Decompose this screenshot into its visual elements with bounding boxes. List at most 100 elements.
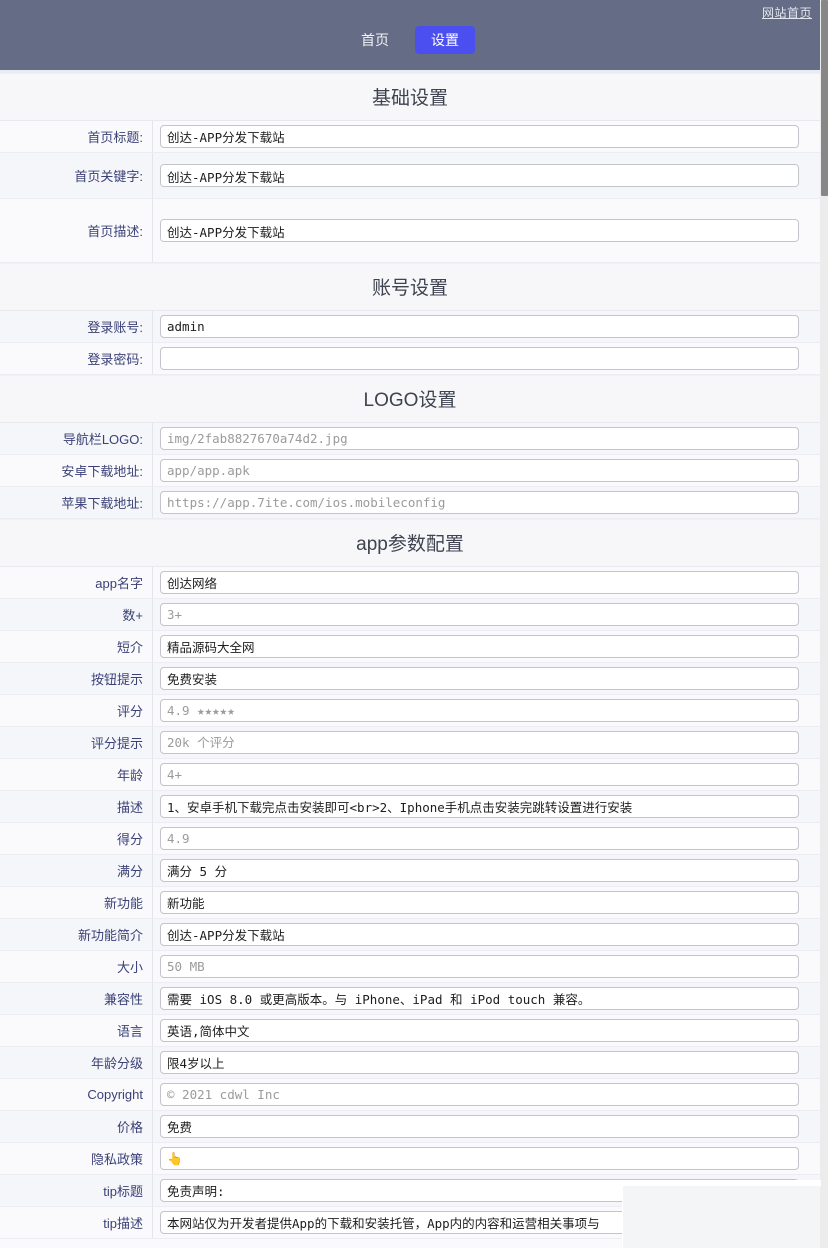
form-row: 评分: [0, 695, 820, 727]
form-row: 安卓下载地址:: [0, 455, 820, 487]
form-row: 得分: [0, 823, 820, 855]
input-数+[interactable]: [160, 603, 799, 626]
input-评分[interactable]: [160, 699, 799, 722]
field-label: 登录密码:: [0, 343, 153, 374]
field-cell: [153, 695, 820, 726]
section-title: 账号设置: [0, 263, 820, 311]
field-cell: [153, 887, 820, 918]
field-label: tip描述: [0, 1207, 153, 1238]
field-label: 价格: [0, 1111, 153, 1142]
field-label: 苹果下载地址:: [0, 487, 153, 518]
input-短介[interactable]: [160, 635, 799, 658]
input-按钮提示[interactable]: [160, 667, 799, 690]
input-首页描述[interactable]: [160, 219, 799, 242]
field-label: 得分: [0, 823, 153, 854]
overlay-top-strip: [623, 1180, 821, 1186]
field-label: 短介: [0, 631, 153, 662]
field-label: 按钮提示: [0, 663, 153, 694]
form-row: 数+: [0, 599, 820, 631]
field-label: 大小: [0, 951, 153, 982]
field-cell: [153, 663, 820, 694]
field-label: 首页标题:: [0, 121, 153, 152]
input-苹果下载地址[interactable]: [160, 491, 799, 514]
field-cell: [153, 791, 820, 822]
input-描述[interactable]: [160, 795, 799, 818]
form-row: 评分提示: [0, 727, 820, 759]
site-home-link[interactable]: 网站首页: [762, 4, 812, 21]
input-隐私政策[interactable]: [160, 1147, 799, 1170]
input-兼容性[interactable]: [160, 987, 799, 1010]
input-评分提示[interactable]: [160, 731, 799, 754]
input-年龄[interactable]: [160, 763, 799, 786]
field-label: 登录账号:: [0, 311, 153, 342]
field-label: Copyright: [0, 1079, 153, 1110]
top-navigation-bar: 网站首页 首页 设置: [0, 0, 820, 70]
field-label: tip标题: [0, 1175, 153, 1206]
form-row: 大小: [0, 951, 820, 983]
input-价格[interactable]: [160, 1115, 799, 1138]
section-title: app参数配置: [0, 519, 820, 567]
form-row: 兼容性: [0, 983, 820, 1015]
scrollbar-thumb[interactable]: [821, 0, 828, 196]
tab-home[interactable]: 首页: [345, 26, 405, 54]
field-cell: [153, 567, 820, 598]
input-导航栏LOGO[interactable]: [160, 427, 799, 450]
input-新功能[interactable]: [160, 891, 799, 914]
field-cell: [153, 487, 820, 518]
field-cell: [153, 983, 820, 1014]
field-label: 年龄分级: [0, 1047, 153, 1078]
page-scrollbar[interactable]: [820, 0, 828, 1248]
field-label: 评分: [0, 695, 153, 726]
form-row: 首页描述:: [0, 199, 820, 263]
field-cell: [153, 343, 820, 374]
input-满分[interactable]: [160, 859, 799, 882]
input-语言[interactable]: [160, 1019, 799, 1042]
field-cell: [153, 215, 820, 246]
field-cell: [153, 455, 820, 486]
field-cell: [153, 727, 820, 758]
input-登录密码[interactable]: [160, 347, 799, 370]
form-row: 导航栏LOGO:: [0, 423, 820, 455]
input-安卓下载地址[interactable]: [160, 459, 799, 482]
field-cell: [153, 599, 820, 630]
tab-settings[interactable]: 设置: [415, 26, 475, 54]
input-登录账号[interactable]: [160, 315, 799, 338]
section-title: LOGO设置: [0, 375, 820, 423]
field-cell: [153, 1143, 820, 1174]
field-cell: [153, 311, 820, 342]
form-row: 短介: [0, 631, 820, 663]
field-label: 导航栏LOGO:: [0, 423, 153, 454]
input-Copyright[interactable]: [160, 1083, 799, 1106]
field-label: 新功能简介: [0, 919, 153, 950]
field-cell: [153, 631, 820, 662]
input-得分[interactable]: [160, 827, 799, 850]
form-row: 新功能简介: [0, 919, 820, 951]
form-row: 登录账号:: [0, 311, 820, 343]
input-大小[interactable]: [160, 955, 799, 978]
form-row: 登录密码:: [0, 343, 820, 375]
form-row: 首页标题:: [0, 121, 820, 153]
input-app名字[interactable]: [160, 571, 799, 594]
form-row: 隐私政策: [0, 1143, 820, 1175]
form-row: 描述: [0, 791, 820, 823]
input-首页标题[interactable]: [160, 125, 799, 148]
section-title: 基础设置: [0, 73, 820, 121]
form-row: app名字: [0, 567, 820, 599]
input-新功能简介[interactable]: [160, 923, 799, 946]
field-cell: [153, 1079, 820, 1110]
field-label: 描述: [0, 791, 153, 822]
field-label: 兼容性: [0, 983, 153, 1014]
bottom-right-overlay-panel: [622, 1180, 821, 1248]
input-首页关键字[interactable]: [160, 164, 799, 187]
field-cell: [153, 823, 820, 854]
field-cell: [153, 423, 820, 454]
input-年龄分级[interactable]: [160, 1051, 799, 1074]
field-label: 安卓下载地址:: [0, 455, 153, 486]
form-row: 语言: [0, 1015, 820, 1047]
field-label: 满分: [0, 855, 153, 886]
field-cell: [153, 160, 820, 191]
field-cell: [153, 1047, 820, 1078]
form-row: 年龄: [0, 759, 820, 791]
field-label: 年龄: [0, 759, 153, 790]
field-label: 首页描述:: [0, 199, 153, 262]
